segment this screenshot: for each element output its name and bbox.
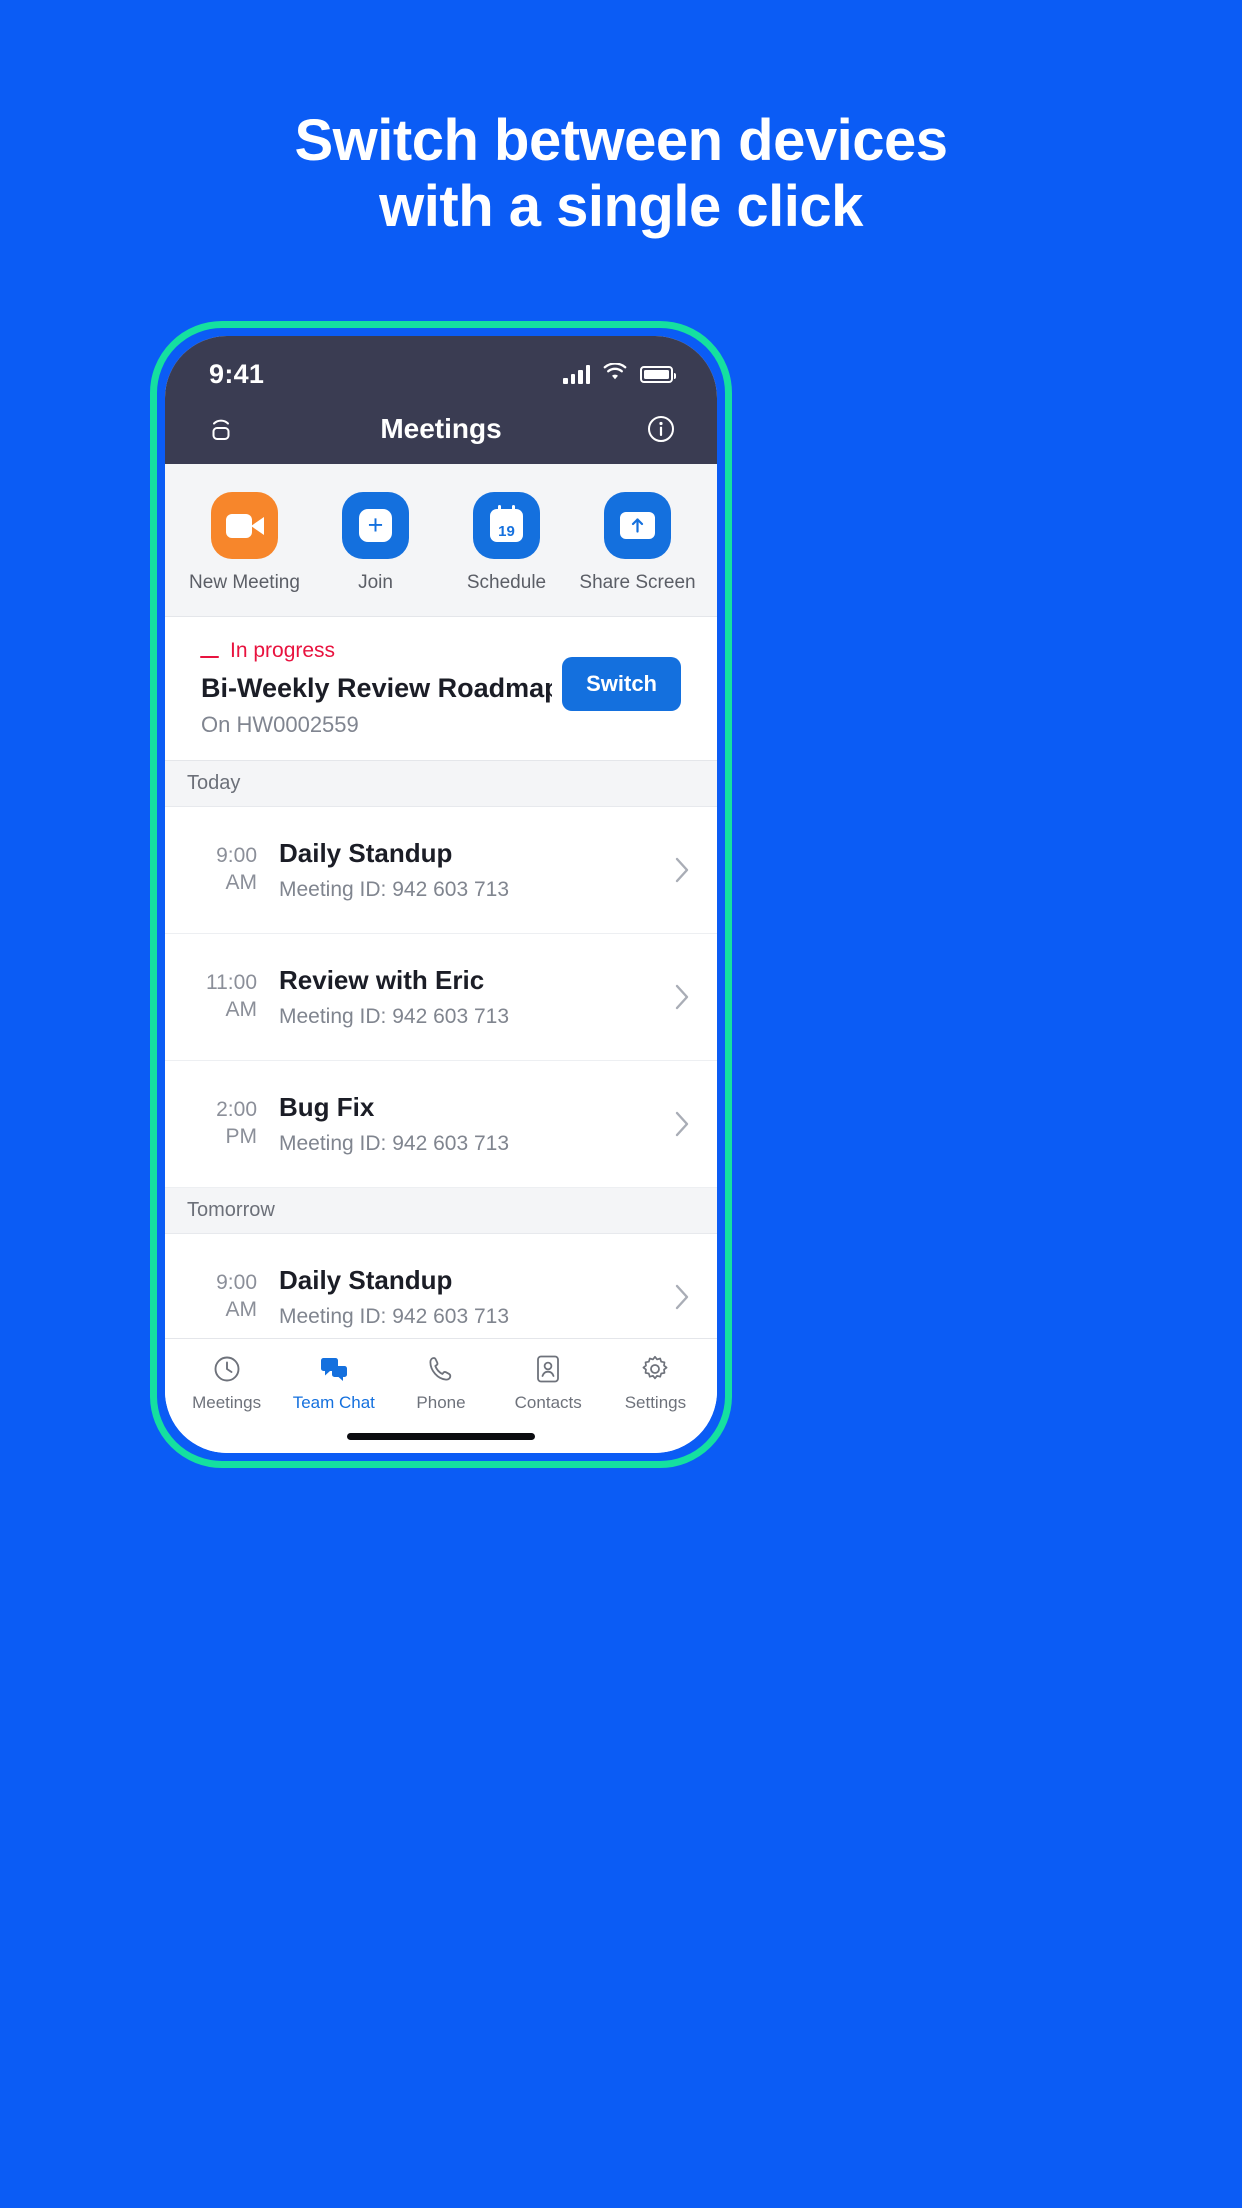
battery-icon	[640, 365, 676, 383]
video-camera-icon	[211, 492, 278, 559]
phone-screen: 9:41 Meetings New Meeting + Join 19 Sche…	[165, 336, 717, 1453]
calendar-icon: 19	[473, 492, 540, 559]
row-subtitle: Meeting ID: 942 603 713	[279, 1005, 509, 1028]
page-title: Meetings	[380, 413, 502, 444]
tab-label: Phone	[416, 1393, 466, 1412]
row-time-value: 9:00	[216, 844, 257, 868]
tab-label: Contacts	[514, 1393, 582, 1412]
row-time-period: AM	[225, 871, 258, 894]
clock-icon	[211, 1353, 243, 1385]
row-content: Daily Standup Meeting ID: 942 603 713	[261, 1265, 671, 1329]
row-title: Daily Standup	[279, 838, 453, 868]
table-row[interactable]: 9:00 AM Daily Standup Meeting ID: 942 60…	[165, 1234, 717, 1338]
tab-label: Meetings	[192, 1393, 262, 1412]
table-row[interactable]: 11:00 AM Review with Eric Meeting ID: 94…	[165, 934, 717, 1061]
row-subtitle: Meeting ID: 942 603 713	[279, 1305, 509, 1328]
phone-icon	[425, 1353, 457, 1385]
nav-bar: Meetings	[165, 398, 717, 464]
headline-line-2: with a single click	[379, 173, 863, 239]
section-header-today: Today	[165, 761, 717, 807]
row-time: 9:00 AM	[183, 843, 261, 897]
meetings-list[interactable]: Today 9:00 AM Daily Standup Meeting ID: …	[165, 761, 717, 1338]
row-time: 2:00 PM	[183, 1097, 261, 1151]
action-schedule[interactable]: 19 Schedule	[441, 492, 572, 594]
action-label: Share Screen	[579, 572, 696, 593]
status-bar-time: 9:41	[209, 358, 265, 389]
row-time: 9:00 AM	[183, 1270, 261, 1324]
home-indicator	[165, 1419, 717, 1453]
in-progress-details: In progress Bi-Weekly Review Roadmap &..…	[200, 639, 553, 738]
status-label: In progress	[230, 639, 336, 662]
row-content: Bug Fix Meeting ID: 942 603 713	[261, 1092, 671, 1156]
tab-label: Settings	[624, 1393, 687, 1412]
action-label: New Meeting	[189, 572, 300, 593]
table-row[interactable]: 9:00 AM Daily Standup Meeting ID: 942 60…	[165, 807, 717, 934]
row-time-value: 2:00	[216, 1098, 257, 1122]
tab-meetings[interactable]: Meetings	[173, 1353, 280, 1413]
in-progress-device: On HW0002559	[201, 712, 359, 737]
signal-icon	[563, 364, 590, 384]
wifi-icon	[603, 361, 627, 386]
in-progress-title: Bi-Weekly Review Roadmap &...	[201, 673, 553, 703]
chevron-right-icon	[671, 983, 693, 1011]
quick-actions: New Meeting + Join 19 Schedule Share Scr…	[165, 464, 717, 617]
tab-contacts[interactable]: Contacts	[495, 1353, 602, 1413]
row-subtitle: Meeting ID: 942 603 713	[279, 878, 509, 901]
row-content: Review with Eric Meeting ID: 942 603 713	[261, 965, 671, 1029]
tab-bar: Meetings Team Chat Phone Contacts Settin…	[165, 1338, 717, 1419]
tab-team-chat[interactable]: Team Chat	[280, 1353, 387, 1413]
action-join[interactable]: + Join	[310, 492, 441, 594]
info-icon[interactable]	[641, 409, 681, 449]
phone-frame: 9:41 Meetings New Meeting + Join 19 Sche…	[150, 321, 732, 1468]
promo-headline: Switch between devices with a single cli…	[0, 108, 1242, 239]
contact-card-icon	[532, 1353, 564, 1385]
row-time-period: AM	[225, 998, 258, 1021]
status-badge: In progress	[200, 639, 552, 663]
status-bar-icons	[563, 361, 676, 386]
row-time: 11:00 AM	[183, 970, 261, 1024]
status-bar: 9:41	[165, 336, 717, 398]
share-screen-icon	[604, 492, 671, 559]
switch-button[interactable]: Switch	[562, 657, 681, 711]
row-time-value: 11:00	[206, 971, 257, 995]
calendar-day: 19	[498, 523, 515, 540]
row-time-value: 9:00	[216, 1271, 257, 1295]
gear-icon	[639, 1353, 671, 1385]
action-share-screen[interactable]: Share Screen	[572, 492, 703, 594]
headline-line-1: Switch between devices	[294, 108, 948, 173]
table-row[interactable]: 2:00 PM Bug Fix Meeting ID: 942 603 713	[165, 1061, 717, 1188]
row-title: Daily Standup	[279, 1265, 453, 1295]
row-title: Bug Fix	[279, 1092, 375, 1122]
row-time-period: AM	[225, 1298, 258, 1321]
chevron-right-icon	[671, 1283, 693, 1311]
action-label: Schedule	[466, 572, 547, 593]
cast-icon[interactable]	[201, 409, 241, 449]
plus-icon: +	[342, 492, 409, 559]
action-label: Join	[358, 572, 393, 593]
section-header-tomorrow: Tomorrow	[165, 1188, 717, 1234]
laptop-icon	[200, 644, 219, 658]
chevron-right-icon	[671, 856, 693, 884]
row-content: Daily Standup Meeting ID: 942 603 713	[261, 838, 671, 902]
tab-label: Team Chat	[292, 1393, 375, 1412]
in-progress-card[interactable]: In progress Bi-Weekly Review Roadmap &..…	[165, 617, 717, 761]
chevron-right-icon	[671, 1110, 693, 1138]
row-subtitle: Meeting ID: 942 603 713	[279, 1132, 509, 1155]
action-new-meeting[interactable]: New Meeting	[179, 492, 310, 594]
row-title: Review with Eric	[279, 965, 485, 995]
row-time-period: PM	[225, 1125, 258, 1148]
tab-phone[interactable]: Phone	[387, 1353, 494, 1413]
chat-bubbles-icon	[318, 1353, 350, 1385]
tab-settings[interactable]: Settings	[602, 1353, 709, 1413]
